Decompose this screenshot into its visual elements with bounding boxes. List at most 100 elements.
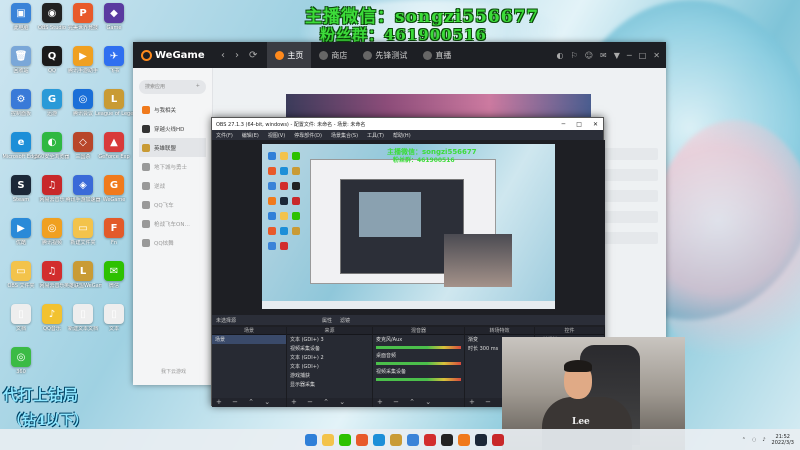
taskbar-app-icon[interactable] <box>305 433 317 446</box>
menu-item[interactable]: 编辑(E) <box>242 132 259 139</box>
dock-item[interactable]: 文本 (GDI+) 2 <box>287 353 372 362</box>
dock-item[interactable]: 场景 <box>212 335 286 344</box>
volume-icon[interactable]: ♪ <box>762 437 765 443</box>
dock-item[interactable]: 文本 (GDI+) 3 <box>287 335 372 344</box>
taskbar-app-icon[interactable] <box>441 433 453 446</box>
wegame-sidebar: 搜索应用 + 与我相关穿越火线HD 英雄联盟 地下城与勇士逆战 QQ飞车 枪战飞车ON…… <box>133 68 213 385</box>
sidebar-item[interactable]: 逆战 <box>139 176 206 195</box>
toolbar-icon[interactable]: ⚐ <box>571 51 578 60</box>
preview-icon <box>280 242 288 250</box>
dock-footer[interactable]: + − ⌃ ⌄ <box>287 398 372 407</box>
toolbar-icon[interactable]: ▼ <box>614 51 620 60</box>
dock-item[interactable]: 显示器采集 <box>287 380 372 389</box>
sidebar-item[interactable]: QQ飞车 <box>139 195 206 214</box>
sidebar-item[interactable]: 英雄联盟 <box>139 138 206 157</box>
dock-item[interactable]: 桌面音频 <box>373 351 464 360</box>
game-icon <box>142 124 150 133</box>
add-app-button[interactable]: + <box>196 83 200 91</box>
app-icon: L <box>73 261 93 281</box>
toolbar-icon[interactable]: □ <box>639 51 647 60</box>
refresh-icon[interactable]: ⟳ <box>249 50 257 61</box>
taskbar-app-icon[interactable] <box>424 433 436 446</box>
desktop-icon-label: League of Legends <box>95 111 133 117</box>
forward-icon[interactable]: › <box>235 50 239 61</box>
taskbar-app-icon[interactable] <box>492 433 504 446</box>
desktop-icon[interactable]: ◎ 360 <box>4 347 38 375</box>
taskbar-app-icon[interactable] <box>339 433 351 446</box>
taskbar-app-icon[interactable] <box>475 433 487 446</box>
desktop-icon[interactable]: ▯ 文本 <box>97 304 131 332</box>
desktop-icon-label: GeForce Exp <box>98 154 130 160</box>
close-icon[interactable]: ✕ <box>593 121 598 128</box>
sidebar-item[interactable]: 枪战飞车ON… <box>139 214 206 233</box>
taskbar-app-icon[interactable] <box>373 433 385 446</box>
chevron-up-icon[interactable]: ⌃ <box>742 437 746 443</box>
desktop-icon[interactable]: ◆ Game <box>97 3 131 31</box>
app-icon: ▶ <box>73 46 93 66</box>
app-icon: ▯ <box>104 304 124 324</box>
wegame-search[interactable]: 搜索应用 + <box>139 80 206 94</box>
menu-item[interactable]: 场景集合(S) <box>331 132 358 139</box>
dock-item[interactable]: 视频采集设备 <box>373 367 464 376</box>
sidebar-item[interactable]: 与我相关 <box>139 100 206 119</box>
taskbar-app-icon[interactable] <box>407 433 419 446</box>
taskbar-apps <box>305 433 504 446</box>
app-icon: ◈ <box>73 175 93 195</box>
sidebar-item[interactable]: QQ炫舞 <box>139 233 206 252</box>
menu-item[interactable]: 工具(T) <box>367 132 384 139</box>
sidebar-item[interactable]: 穿越火线HD <box>139 119 206 138</box>
sidebar-item[interactable]: 地下城与勇士 <box>139 157 206 176</box>
taskbar-app-icon[interactable] <box>356 433 368 446</box>
toolbar-icon[interactable]: ✕ <box>653 51 660 60</box>
menu-item[interactable]: 停靠部件(D) <box>294 132 322 139</box>
dock-item[interactable]: 文本 (GDI+) <box>287 362 372 371</box>
dock-item[interactable]: 游戏捕获 <box>287 371 372 380</box>
filters-button[interactable]: 滤镜 <box>340 317 350 324</box>
wegame-titlebar: WeGame ‹ › ⟳ 主页 商店 先锋测试 直播 ◐ ⚐ ☺ ✉ ▼ ─ □ ✕ <box>133 42 666 68</box>
dock-item[interactable]: 麦克风/Aux <box>373 335 464 344</box>
obs-preview[interactable]: 主播微信：songzi556677 粉丝群：461900516 <box>262 144 555 309</box>
sidebar-footer[interactable]: 我下云游戏 <box>161 368 186 375</box>
wegame-tabs: 主页 商店 先锋测试 直播 <box>267 42 459 68</box>
dock-footer[interactable]: + − ⌃ ⌄ <box>373 398 464 407</box>
desktop-icon[interactable]: ✈ 飞书 <box>97 46 131 74</box>
preview-icon <box>268 212 276 220</box>
tab-2[interactable]: 先锋测试 <box>355 42 415 68</box>
app-icon: ◎ <box>11 347 31 367</box>
minimize-icon[interactable]: ─ <box>562 121 566 128</box>
network-icon[interactable]: ◌ <box>752 437 756 443</box>
toolbar-icon[interactable]: ─ <box>627 51 632 60</box>
desktop-icon[interactable]: G WeGame <box>97 175 131 203</box>
game-icon <box>142 219 150 228</box>
app-icon: S <box>11 175 31 195</box>
desktop-icon[interactable]: F Fn <box>97 218 131 246</box>
taskbar-app-icon[interactable] <box>322 433 334 446</box>
app-icon: ◇ <box>73 132 93 152</box>
tab-1[interactable]: 商店 <box>311 42 355 68</box>
desktop-icon[interactable]: ✉ 微信 <box>97 261 131 289</box>
tab-label: 先锋测试 <box>375 50 408 60</box>
taskbar-app-icon[interactable] <box>458 433 470 446</box>
app-icon: G <box>104 175 124 195</box>
properties-button[interactable]: 属性 <box>322 317 332 324</box>
back-icon[interactable]: ‹ <box>221 50 225 61</box>
tab-label: 直播 <box>435 50 452 60</box>
tab-3[interactable]: 直播 <box>415 42 459 68</box>
toolbar-icon[interactable]: ✉ <box>600 51 607 60</box>
toolbar-icon[interactable]: ◐ <box>557 51 564 60</box>
menu-item[interactable]: 帮助(H) <box>393 132 411 139</box>
desktop-icon[interactable]: L League of Legends <box>95 89 133 117</box>
desktop-icon-label: 微信 <box>108 283 119 289</box>
maximize-icon[interactable]: □ <box>576 121 582 128</box>
tab-0[interactable]: 主页 <box>267 42 312 68</box>
desktop-icon[interactable]: ▲ GeForce Exp <box>97 132 131 160</box>
taskbar-app-icon[interactable] <box>390 433 402 446</box>
sidebar-item-label: 逆战 <box>154 183 166 190</box>
toolbar-icon[interactable]: ☺ <box>585 51 593 60</box>
menu-item[interactable]: 文件(F) <box>216 132 233 139</box>
dock-footer[interactable]: + − ⌃ ⌄ <box>212 398 286 407</box>
menu-item[interactable]: 视图(V) <box>268 132 285 139</box>
dock-item[interactable]: 视频采集设备 <box>287 344 372 353</box>
clock[interactable]: 21:52 2022/3/3 <box>772 434 794 446</box>
sidebar-item-label: 穿越火线HD <box>154 126 185 133</box>
